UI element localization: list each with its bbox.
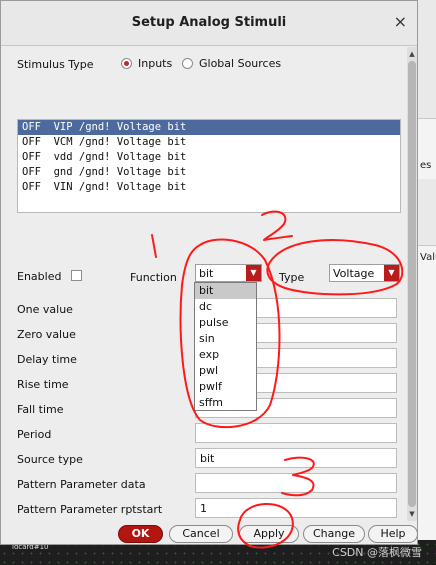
field-label: Fall time <box>17 403 64 416</box>
background-label-1: es <box>420 160 432 171</box>
enabled-checkbox[interactable] <box>71 270 82 281</box>
chevron-down-icon[interactable]: ▼ <box>246 265 261 281</box>
list-item[interactable]: OFF vdd /gnd! Voltage bit <box>18 150 400 165</box>
function-dropdown-list[interactable]: bit dc pulse sin exp pwl pwlf sffm <box>194 282 257 411</box>
dropdown-option-sin[interactable]: sin <box>195 331 256 347</box>
field-label: Rise time <box>17 378 69 391</box>
field-label: Source type <box>17 453 83 466</box>
ok-button[interactable]: OK <box>118 525 163 543</box>
stimulus-type-label: Stimulus Type <box>17 58 94 71</box>
field-label: Pattern Parameter data <box>17 478 146 491</box>
dropdown-option-pulse[interactable]: pulse <box>195 315 256 331</box>
pattern-data-input[interactable] <box>195 473 397 493</box>
function-select-value: bit <box>199 267 214 280</box>
inputs-radio-label[interactable]: Inputs <box>138 57 172 70</box>
background-label-2: Valu <box>420 252 436 263</box>
list-item[interactable]: OFF VIN /gnd! Voltage bit <box>18 180 400 195</box>
dropdown-option-pwlf[interactable]: pwlf <box>195 379 256 395</box>
source-type-input[interactable]: bit <box>195 448 397 468</box>
stimulus-list[interactable]: OFF VIP /gnd! Voltage bit OFF VCM /gnd! … <box>17 119 401 213</box>
list-item[interactable]: OFF VIP /gnd! Voltage bit <box>18 120 400 135</box>
scroll-down-icon[interactable]: ▼ <box>407 509 417 519</box>
watermark: CSDN @落枫微雪 <box>332 546 422 559</box>
enabled-label: Enabled <box>17 270 62 283</box>
scrollbar-thumb[interactable] <box>408 61 416 507</box>
close-icon[interactable]: × <box>394 12 407 31</box>
vertical-scrollbar[interactable]: ▲ ▼ <box>407 47 417 521</box>
setup-analog-stimuli-dialog: Setup Analog Stimuli × Stimulus Type Inp… <box>0 0 418 545</box>
chevron-down-icon[interactable]: ▼ <box>384 265 399 281</box>
dropdown-option-bit[interactable]: bit <box>195 283 256 299</box>
function-label: Function <box>130 271 177 284</box>
apply-button[interactable]: Apply <box>239 525 299 543</box>
function-select[interactable]: bit ▼ <box>195 264 262 282</box>
background-panel <box>418 245 436 546</box>
background-window: es Valu <box>418 0 436 565</box>
cancel-button[interactable]: Cancel <box>169 525 233 543</box>
type-select[interactable]: Voltage ▼ <box>329 264 400 282</box>
dropdown-option-exp[interactable]: exp <box>195 347 256 363</box>
scroll-up-icon[interactable]: ▲ <box>407 49 417 59</box>
field-label: Zero value <box>17 328 76 341</box>
period-input[interactable] <box>195 423 397 443</box>
type-label: Type <box>279 271 305 284</box>
field-label: Delay time <box>17 353 77 366</box>
global-sources-radio-label[interactable]: Global Sources <box>199 57 281 70</box>
list-item[interactable]: OFF VCM /gnd! Voltage bit <box>18 135 400 150</box>
global-sources-radio[interactable] <box>182 58 193 69</box>
field-label: Period <box>17 428 52 441</box>
field-label: Pattern Parameter rptstart <box>17 503 163 516</box>
help-button[interactable]: Help <box>368 525 418 543</box>
dropdown-option-dc[interactable]: dc <box>195 299 256 315</box>
pattern-rptstart-input[interactable]: 1 <box>195 498 397 518</box>
change-button[interactable]: Change <box>303 525 365 543</box>
dropdown-option-sffm[interactable]: sffm <box>195 395 256 411</box>
dropdown-option-pwl[interactable]: pwl <box>195 363 256 379</box>
dialog-title: Setup Analog Stimuli <box>131 15 287 30</box>
type-select-value: Voltage <box>333 267 375 280</box>
field-label: One value <box>17 303 73 316</box>
inputs-radio[interactable] <box>121 58 132 69</box>
list-item[interactable]: OFF gnd /gnd! Voltage bit <box>18 165 400 180</box>
title-bar[interactable]: Setup Analog Stimuli × <box>1 1 417 46</box>
